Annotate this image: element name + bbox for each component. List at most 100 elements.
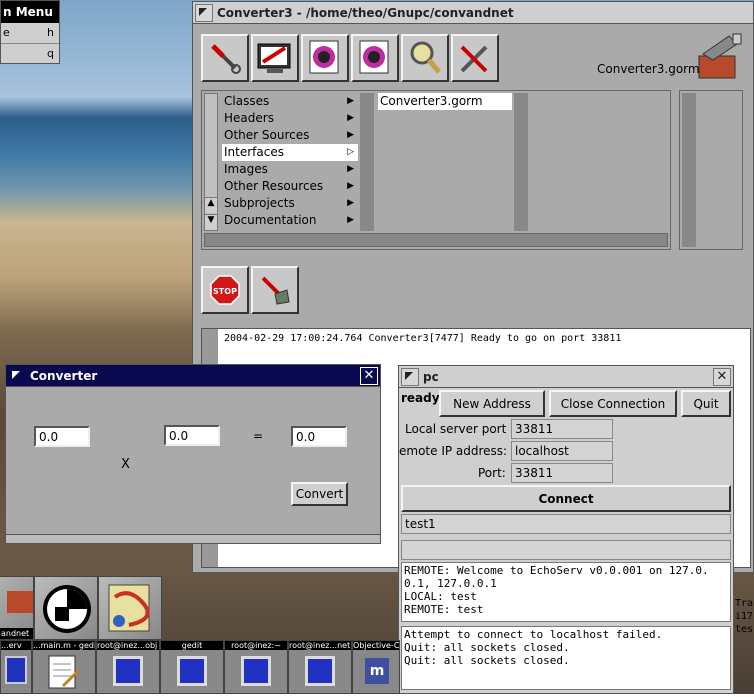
browser-item-headers[interactable]: Headers ▶ <box>222 110 358 127</box>
taskbar-item[interactable]: gedit <box>160 640 224 694</box>
browser-item-interfaces[interactable]: Interfaces ▷ <box>222 144 358 161</box>
window-menu-icon[interactable] <box>401 367 419 386</box>
log-line: 2004-02-29 17:00:24.764 Converter3[7477]… <box>224 333 622 344</box>
build-icon[interactable] <box>251 266 299 314</box>
project-browser: ▲ ▼ Classes ▶ Headers ▶ Other Sources ▶ Int… <box>201 90 671 250</box>
local-port-field[interactable]: 33811 <box>511 419 613 439</box>
root-menu: n Menu e h q <box>0 0 60 64</box>
browser-item-other-sources[interactable]: Other Sources ▶ <box>222 127 358 144</box>
taskbar-label: root@inez:~ <box>225 641 287 650</box>
gnustep-icon <box>43 585 91 633</box>
menu-item-shortcut: h <box>47 26 54 39</box>
browser-scroller[interactable]: ▲ ▼ <box>204 93 218 231</box>
inspector-icon[interactable] <box>201 34 249 82</box>
project-file-label: Converter3.gorm <box>597 62 700 76</box>
taskbar-item[interactable]: Objective-C m <box>352 640 400 694</box>
taskbar-label: root@inez...net <box>289 641 351 650</box>
monitor-icon <box>177 656 207 686</box>
remote-ip-field[interactable]: localhost <box>511 441 613 461</box>
converter-field-2[interactable]: 0.0 <box>164 425 220 446</box>
window-title: Converter3 - /home/theo/Gnupc/convandnet <box>217 5 514 20</box>
browser-column-files: Converter3.gorm <box>378 93 512 231</box>
dock-tile-gnustep[interactable] <box>34 576 98 640</box>
arrow-right-icon: ▶ <box>347 130 354 140</box>
quit-button[interactable]: Quit <box>681 390 731 417</box>
port-field[interactable]: 33811 <box>511 463 613 483</box>
menu-item-quit[interactable]: q <box>1 44 59 64</box>
taskbar-item[interactable]: root@inez...obj <box>96 640 160 694</box>
dock-tile-app[interactable] <box>98 576 162 640</box>
root-menu-title: n Menu <box>1 1 59 23</box>
taskbar-item[interactable]: root@inez...net <box>288 640 352 694</box>
monitor-icon <box>241 656 271 686</box>
taskbar-item[interactable]: ...erv <box>0 640 32 694</box>
close-connection-button[interactable]: Close Connection <box>549 390 677 417</box>
monitor-icon <box>5 656 27 684</box>
message-field[interactable]: test1 <box>401 514 731 534</box>
empty-field[interactable] <box>401 540 731 560</box>
window-menu-icon[interactable] <box>195 3 213 22</box>
browser-item-gorm-file[interactable]: Converter3.gorm <box>378 93 512 110</box>
taskbar: ...erv ...main.m - gedit root@inez...obj… <box>0 640 400 694</box>
gorm-file2-icon[interactable] <box>351 34 399 82</box>
stop-icon[interactable]: STOP <box>201 266 249 314</box>
editor-scrollbar[interactable] <box>682 93 696 247</box>
monitor-icon[interactable] <box>251 34 299 82</box>
edge-text: Tra <box>735 598 754 609</box>
taskbar-label: ...main.m - gedit <box>33 641 95 650</box>
log-line: Attempt to connect to localhost failed. <box>404 628 663 641</box>
app-icon <box>108 584 150 632</box>
pc-titlebar[interactable]: pc ✕ <box>399 366 733 388</box>
status-label: ready <box>401 391 440 405</box>
browser-item-documentation[interactable]: Documentation ▶ <box>222 212 358 229</box>
browser-item-label: Other Resources <box>224 179 324 193</box>
scroll-down-button[interactable]: ▼ <box>205 214 217 230</box>
pc-window: pc ✕ ready New Address Close Connection … <box>398 365 734 694</box>
browser-item-label: Classes <box>224 94 270 108</box>
menu-item-shortcut: q <box>47 47 54 60</box>
browser-item-classes[interactable]: Classes ▶ <box>222 93 358 110</box>
convert-button[interactable]: Convert <box>291 482 348 506</box>
log-line: LOCAL: test <box>404 590 477 603</box>
taskbar-label: root@inez...obj <box>97 641 159 650</box>
log-line: REMOTE: test <box>404 603 484 616</box>
menu-item-hide[interactable]: e h <box>1 23 59 44</box>
browser-item-images[interactable]: Images ▶ <box>222 161 358 178</box>
converter-field-1[interactable]: 0.0 <box>34 426 90 447</box>
browser-item-label: Interfaces <box>224 145 284 159</box>
edge-text: tes <box>735 624 754 635</box>
browser-horizontal-scrollbar[interactable] <box>204 233 668 247</box>
arrow-right-icon: ▶ <box>347 181 354 191</box>
browser-item-other-resources[interactable]: Other Resources ▶ <box>222 178 358 195</box>
converter-field-3[interactable]: 0.0 <box>291 426 347 447</box>
new-address-button[interactable]: New Address <box>439 390 545 417</box>
taskbar-item[interactable]: ...main.m - gedit <box>32 640 96 694</box>
menu-item-label: e <box>3 26 10 39</box>
log-line: Quit: all sockets closed. <box>404 641 570 654</box>
browser-item-label: Subprojects <box>224 196 295 210</box>
taskbar-label: Objective-C <box>353 641 399 650</box>
editor-split-view <box>679 90 743 250</box>
magnifier-icon[interactable] <box>401 34 449 82</box>
project-titlebar[interactable]: Converter3 - /home/theo/Gnupc/convandnet <box>193 2 753 24</box>
tools-icon[interactable] <box>451 34 499 82</box>
times-label: X <box>121 457 130 472</box>
dock-tile-project[interactable]: andnet <box>0 576 34 640</box>
arrow-right-icon: ▷ <box>347 147 354 157</box>
scroll-up-button[interactable]: ▲ <box>205 197 217 213</box>
close-icon[interactable]: ✕ <box>360 366 378 385</box>
browser-column-scrollbar[interactable] <box>360 93 374 231</box>
window-menu-icon[interactable] <box>8 366 26 385</box>
equals-label: = <box>253 429 264 443</box>
connect-button[interactable]: Connect <box>401 485 731 512</box>
log-line: Quit: all sockets closed. <box>404 654 570 667</box>
browser-column-categories: Classes ▶ Headers ▶ Other Sources ▶ Interfa… <box>222 93 358 231</box>
browser-item-subprojects[interactable]: Subprojects ▶ <box>222 195 358 212</box>
gorm-file-icon[interactable] <box>301 34 349 82</box>
converter-titlebar[interactable]: Converter ✕ <box>6 365 380 387</box>
close-icon[interactable]: ✕ <box>713 367 731 386</box>
taskbar-item[interactable]: root@inez:~ <box>224 640 288 694</box>
converter-resize-bar[interactable] <box>6 534 380 543</box>
browser-item-label: Converter3.gorm <box>380 94 483 108</box>
browser-column-scrollbar[interactable] <box>514 93 528 231</box>
